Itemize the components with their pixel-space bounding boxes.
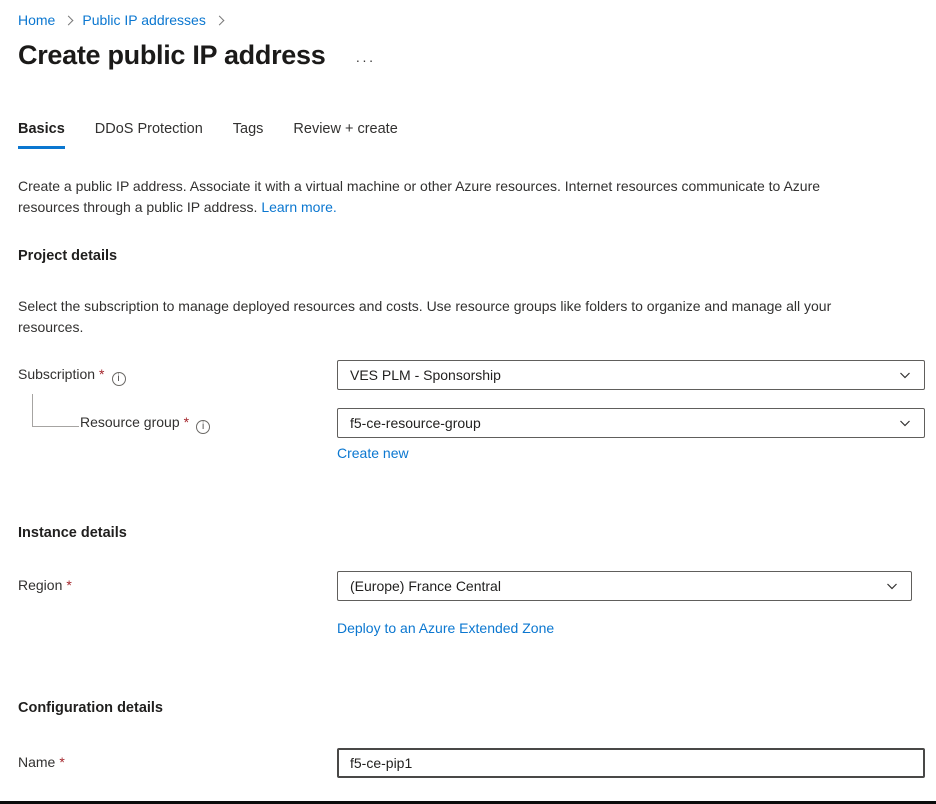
name-label-text: Name: [18, 754, 55, 770]
chevron-down-icon: [898, 416, 912, 430]
subscription-row: Subscription* i VES PLM - Sponsorship: [18, 360, 925, 390]
intro-text: Create a public IP address. Associate it…: [18, 176, 868, 218]
required-marker: *: [66, 577, 71, 593]
parent-child-connector-line: [32, 394, 79, 427]
breadcrumb: Home Public IP addresses: [0, 0, 936, 28]
project-details-description: Select the subscription to manage deploy…: [18, 296, 868, 338]
name-label: Name*: [18, 748, 337, 770]
page-title: Create public IP address: [18, 40, 325, 71]
breadcrumb-link-public-ip-addresses[interactable]: Public IP addresses: [82, 12, 205, 28]
subscription-label: Subscription* i: [18, 360, 337, 386]
chevron-right-icon: [64, 15, 74, 25]
name-row: Name*: [18, 748, 925, 778]
name-control: [337, 748, 925, 778]
region-select[interactable]: (Europe) France Central: [337, 571, 912, 601]
chevron-right-icon: [214, 15, 224, 25]
page-header: Create public IP address ···: [18, 40, 936, 71]
region-control: (Europe) France Central Deploy to an Azu…: [337, 571, 925, 638]
learn-more-link[interactable]: Learn more.: [261, 199, 336, 215]
instance-details-heading: Instance details: [18, 525, 925, 541]
name-input[interactable]: [337, 748, 925, 778]
tab-ddos-protection[interactable]: DDoS Protection: [95, 121, 203, 149]
resource-group-label-text: Resource group: [80, 414, 180, 430]
required-marker: *: [99, 366, 104, 382]
more-options-icon[interactable]: ···: [355, 56, 375, 64]
tab-tags[interactable]: Tags: [233, 121, 264, 149]
project-details-form: Subscription*i VES PLM - Sponsorship Res…: [18, 360, 925, 463]
resource-group-control: f5-ce-resource-group Create new: [337, 408, 925, 463]
region-selected-value: (Europe) France Central: [350, 578, 501, 594]
region-row: Region* (Europe) France Central Deploy t…: [18, 571, 925, 638]
subscription-select[interactable]: VES PLM - Sponsorship: [337, 360, 925, 390]
tab-review-create[interactable]: Review + create: [293, 121, 397, 149]
breadcrumb-link-home[interactable]: Home: [18, 12, 55, 28]
resource-group-row: Resource group* i f5-ce-resource-group Cr…: [18, 408, 925, 463]
resource-group-selected-value: f5-ce-resource-group: [350, 415, 481, 431]
create-public-ip-page: Home Public IP addresses Create public I…: [0, 0, 936, 804]
subscription-control: VES PLM - Sponsorship: [337, 360, 925, 390]
project-details-heading: Project details: [18, 248, 925, 264]
region-label-text: Region: [18, 577, 62, 593]
required-marker: *: [59, 754, 64, 770]
basics-tab-content: Create a public IP address. Associate it…: [0, 176, 936, 778]
intro-description: Create a public IP address. Associate it…: [18, 178, 820, 215]
subscription-label-text: Subscription: [18, 366, 95, 382]
tab-basics[interactable]: Basics: [18, 121, 65, 149]
wizard-tabs: Basics DDoS Protection Tags Review + cre…: [18, 121, 936, 149]
required-marker: *: [184, 414, 189, 430]
chevron-down-icon: [885, 579, 899, 593]
region-label: Region*: [18, 571, 337, 593]
configuration-details-heading: Configuration details: [18, 700, 925, 716]
create-new-link[interactable]: Create new: [337, 445, 409, 461]
info-icon[interactable]: i: [196, 420, 210, 434]
chevron-down-icon: [898, 368, 912, 382]
info-icon[interactable]: i: [112, 372, 126, 386]
subscription-selected-value: VES PLM - Sponsorship: [350, 367, 501, 383]
resource-group-select[interactable]: f5-ce-resource-group: [337, 408, 925, 438]
azure-extended-zone-link[interactable]: Deploy to an Azure Extended Zone: [337, 620, 554, 636]
